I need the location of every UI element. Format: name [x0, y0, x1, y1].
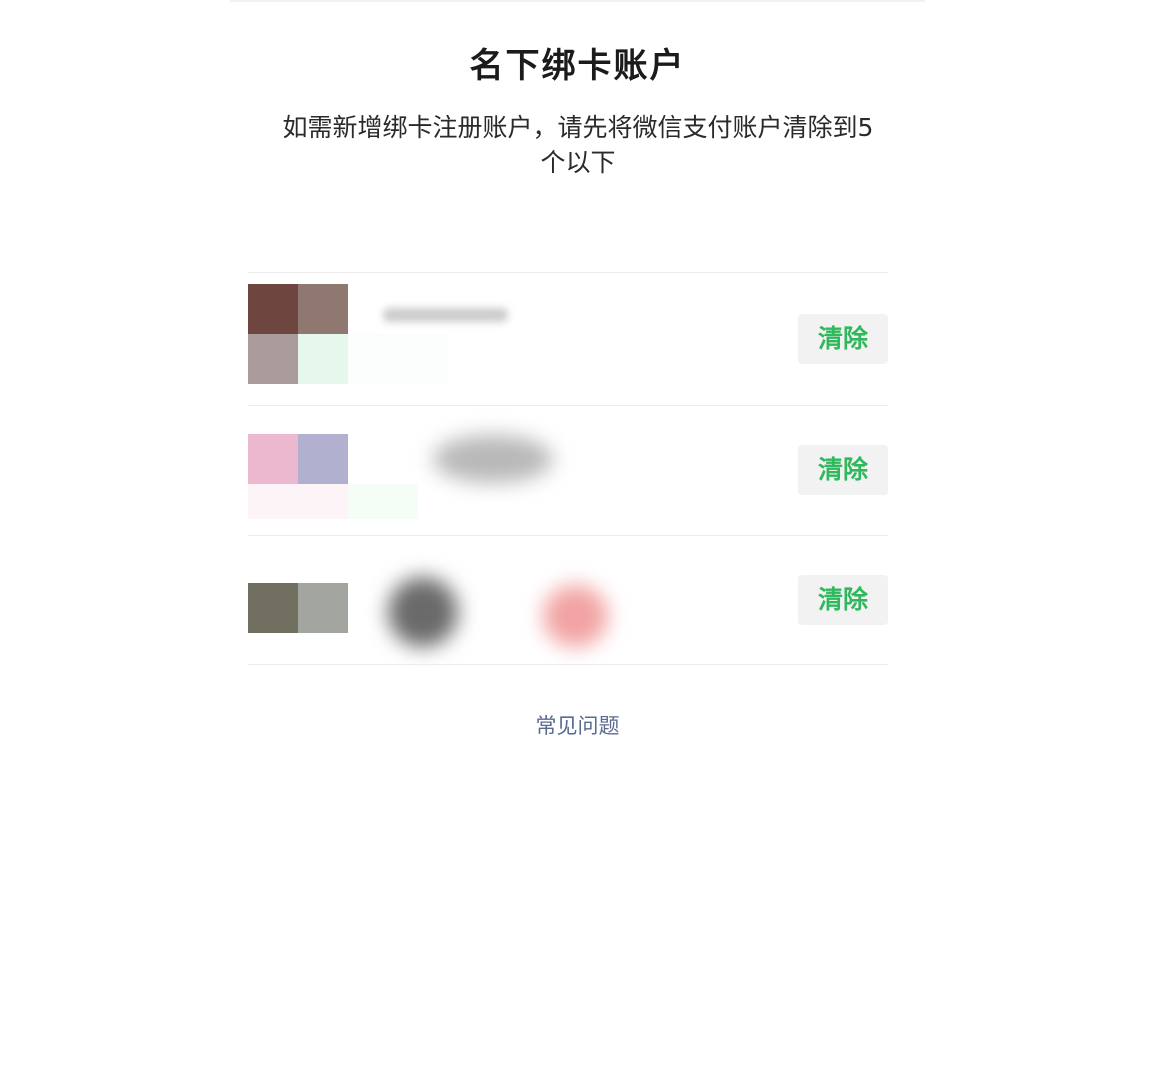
page-title: 名下绑卡账户 [469, 46, 686, 86]
clear-button[interactable]: 清除 [798, 445, 888, 495]
avatar-pixel [298, 583, 348, 633]
subtitle-line-2: 个以下 [540, 148, 616, 177]
page-subtitle: 如需新增绑卡注册账户，请先将微信支付账户清除到5 个以下 [262, 110, 894, 180]
account-name-redacted [388, 577, 458, 647]
list-divider [248, 664, 888, 665]
subtitle-line-1: 如需新增绑卡注册账户，请先将微信支付账户清除到5 [282, 113, 874, 142]
clear-button[interactable]: 清除 [798, 314, 888, 364]
clear-button[interactable]: 清除 [798, 575, 888, 625]
faq-link[interactable]: 常见问题 [0, 710, 1155, 740]
account-row-3: 清除 [248, 535, 888, 665]
avatar-pixel [248, 583, 298, 633]
top-divider [230, 0, 925, 2]
account-name-redacted [383, 308, 508, 322]
avatar-pixel [248, 284, 298, 334]
avatar-pixel [298, 334, 348, 384]
avatar-pixel [248, 434, 298, 484]
avatar-pixel [248, 484, 348, 519]
avatar-pixel [348, 434, 398, 484]
avatar-pixel [298, 434, 348, 484]
account-name-redacted [433, 435, 553, 483]
avatar-pixel [348, 484, 418, 519]
account-row-1: 清除 [248, 272, 888, 405]
avatar-pixel [248, 334, 298, 384]
avatar-pixel [348, 334, 448, 384]
account-name-redacted [543, 585, 608, 647]
avatar-pixel [298, 284, 348, 334]
account-row-2: 清除 [248, 405, 888, 535]
bound-card-accounts-page: 名下绑卡账户 如需新增绑卡注册账户，请先将微信支付账户清除到5 个以下 清除 清… [0, 0, 1155, 1080]
